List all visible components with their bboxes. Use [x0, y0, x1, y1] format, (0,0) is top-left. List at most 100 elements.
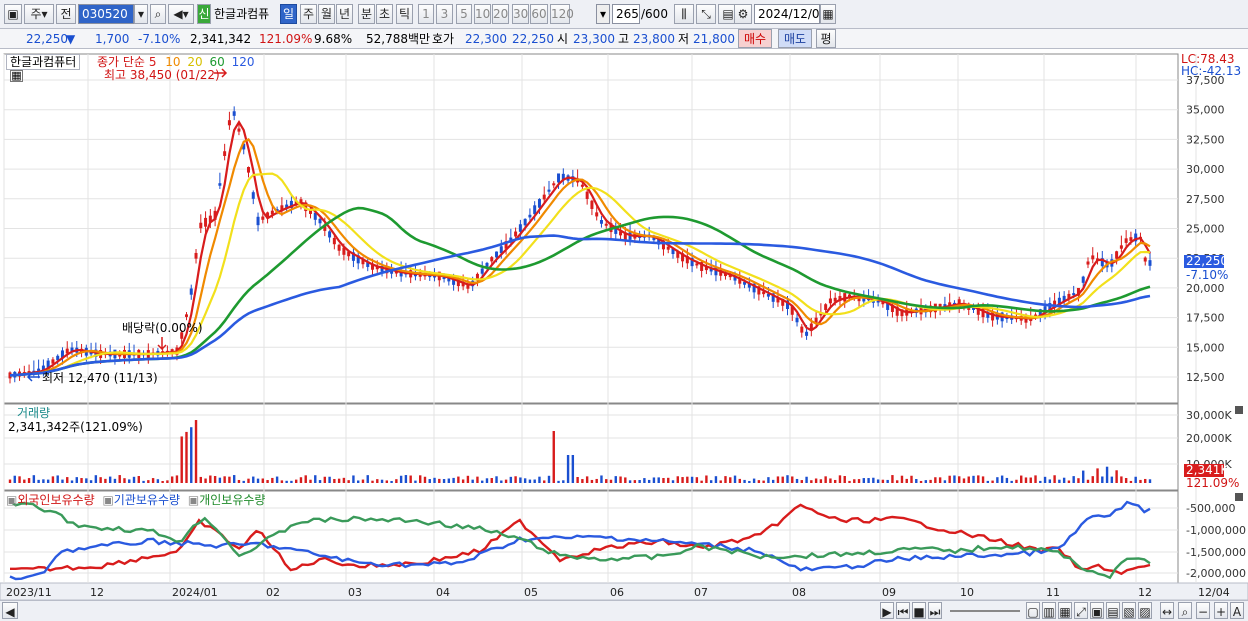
candle-body — [495, 251, 499, 258]
zoom-in-icon[interactable]: + — [1214, 602, 1228, 619]
candle-body — [599, 220, 603, 224]
volume-close-icon[interactable] — [1235, 406, 1243, 414]
period-button-4[interactable]: 분 — [358, 4, 375, 24]
volume-bar — [624, 477, 627, 483]
zoom-search-icon[interactable]: ⌕ — [1178, 602, 1192, 619]
candle-body — [590, 200, 594, 209]
volume-bar — [581, 479, 584, 483]
eval-button[interactable]: 평 — [816, 29, 836, 48]
volume-bar — [232, 475, 236, 483]
candle-body — [218, 183, 222, 186]
interval-button-4[interactable]: 20 — [492, 4, 509, 24]
candle-type-icon[interactable]: ⫼ — [674, 4, 694, 24]
interval-button-2[interactable]: 5 — [456, 4, 472, 24]
market-type-dropdown[interactable]: 주▾ — [24, 4, 54, 24]
price-y-tick: 35,000 — [1186, 104, 1225, 117]
volume-bar — [1129, 480, 1133, 483]
interval-button-7[interactable]: 120 — [550, 4, 574, 24]
candle-body — [223, 151, 227, 156]
volume-bar — [729, 477, 732, 483]
volume-bar — [266, 480, 269, 483]
rewind-icon[interactable]: ⏮ — [896, 602, 910, 619]
volume-bar — [1082, 470, 1085, 483]
period-button-1[interactable]: 주 — [300, 4, 317, 24]
table-icon[interactable]: ▦ — [10, 70, 23, 82]
volume-bar — [767, 477, 770, 483]
interval-button-3[interactable]: 10 — [474, 4, 491, 24]
candle-body — [1081, 276, 1085, 283]
view2-icon[interactable]: ▥ — [1042, 602, 1056, 619]
view6-icon[interactable]: ▤ — [1106, 602, 1120, 619]
volume-bar — [647, 479, 651, 483]
crosshair-icon[interactable]: ↔ — [1160, 602, 1174, 619]
code-dropdown-icon[interactable]: ▾ — [134, 4, 148, 24]
candle-body — [537, 199, 541, 208]
period-button-2[interactable]: 월 — [318, 4, 335, 24]
interval-button-6[interactable]: 60 — [530, 4, 548, 24]
volume-bar — [99, 477, 102, 483]
candle-body — [332, 237, 336, 245]
volume-bar — [605, 479, 608, 483]
prev-button[interactable]: 전 — [56, 4, 76, 24]
view8-icon[interactable]: ▨ — [1138, 602, 1152, 619]
volume-bar — [123, 478, 126, 483]
period-button-6[interactable]: 틱 — [396, 4, 413, 24]
volume-bar — [752, 478, 756, 483]
view3-icon[interactable]: ▦ — [1058, 602, 1072, 619]
sell-button[interactable]: 매도 — [778, 29, 812, 48]
count-input[interactable]: 265 — [612, 4, 640, 24]
settings-icon[interactable]: ⚙ — [734, 4, 752, 24]
volume-bar — [862, 478, 866, 483]
volume-bar — [1020, 475, 1023, 483]
period-button-5[interactable]: 초 — [376, 4, 393, 24]
tools-icon[interactable]: ⤡ — [696, 4, 716, 24]
holding-close-icon[interactable] — [1235, 493, 1243, 501]
volume-bar — [32, 475, 36, 483]
chart-scrollbar[interactable]: ◀ ▶ ⏮ ■ ⏭ ▢ ▥ ▦ ⤢ ▣ ▤ ▧ ▨ ↔ ⌕ − + A — [0, 600, 1248, 621]
calendar-icon[interactable]: ▦ — [820, 4, 836, 24]
x-axis-label: 2023/11 — [6, 586, 52, 599]
volume-bar — [442, 479, 446, 483]
volume-bar — [170, 476, 174, 483]
low-price: 21,800 — [693, 32, 735, 46]
volume-bar — [500, 480, 503, 483]
date-input[interactable]: 2024/12/04 — [754, 4, 827, 24]
volume-bar — [252, 476, 255, 483]
zoom-out-icon[interactable]: − — [1196, 602, 1210, 619]
stop-icon[interactable]: ■ — [912, 602, 926, 619]
period-button-0[interactable]: 일 — [280, 4, 297, 24]
buy-button[interactable]: 매수 — [738, 29, 772, 48]
candle-body — [184, 314, 188, 317]
zoom-track[interactable] — [950, 610, 1020, 612]
volume-bar — [681, 477, 684, 483]
volume-bar — [46, 479, 50, 483]
view7-icon[interactable]: ▧ — [1122, 602, 1136, 619]
view4-icon[interactable]: ⤢ — [1074, 602, 1088, 619]
view5-icon[interactable]: ▣ — [1090, 602, 1104, 619]
sound-icon[interactable]: ◀︎▾ — [168, 4, 194, 24]
volume-bar — [543, 480, 546, 483]
volume-bar — [724, 476, 727, 483]
chart-menu-icon[interactable]: ▣ — [4, 4, 22, 24]
volume-bar — [934, 477, 937, 483]
scroll-left-icon[interactable]: ◀ — [2, 602, 18, 619]
volume-bar — [1067, 480, 1071, 483]
fast-forward-icon[interactable]: ⏭ — [928, 602, 942, 619]
period-button-3[interactable]: 년 — [336, 4, 353, 24]
interval-button-1[interactable]: 3 — [436, 4, 453, 24]
interval-dropdown[interactable]: ▾ — [596, 4, 610, 24]
interval-button-0[interactable]: 1 — [418, 4, 434, 24]
volume-bar — [218, 477, 222, 483]
new-badge: 신 — [197, 4, 211, 24]
interval-button-5[interactable]: 30 — [512, 4, 529, 24]
volume-bar — [1077, 478, 1080, 483]
volume-bar — [619, 476, 622, 483]
stock-code-input[interactable]: 030520 — [78, 4, 134, 24]
search-icon[interactable]: ⌕ — [150, 4, 166, 24]
text-size-icon[interactable]: A — [1230, 602, 1244, 619]
volume-bar — [614, 476, 617, 483]
volume-bar — [161, 480, 164, 483]
scroll-right-icon[interactable]: ▶ — [880, 602, 894, 619]
price-chart[interactable]: 37,50035,00032,50030,00027,50025,00022,5… — [0, 51, 1248, 621]
view1-icon[interactable]: ▢ — [1026, 602, 1040, 619]
